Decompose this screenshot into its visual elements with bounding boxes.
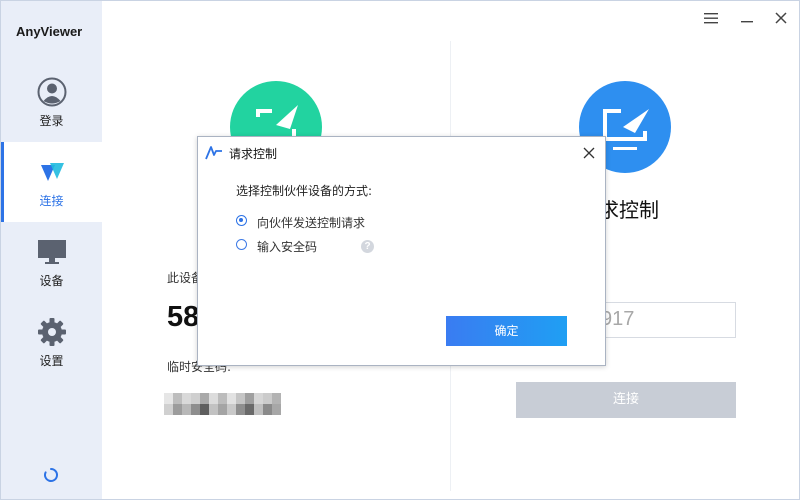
sidebar-item-label: 设置 bbox=[39, 354, 64, 368]
monitor-icon bbox=[38, 240, 66, 264]
sidebar-item-label: 设备 bbox=[39, 274, 64, 288]
active-indicator bbox=[1, 142, 4, 222]
sidebar-item-label: 登录 bbox=[39, 114, 64, 128]
sidebar-item-connect[interactable]: 连接 bbox=[1, 142, 102, 222]
connect-button[interactable]: 连接 bbox=[516, 382, 736, 418]
dialog-prompt: 选择控制伙伴设备的方式: bbox=[236, 184, 373, 198]
app-window: AnyViewer 登录 连接 设备 设置 求控制 此设备 58 临时安全码: … bbox=[0, 0, 800, 500]
close-icon[interactable] bbox=[772, 9, 790, 27]
confirm-button[interactable]: 确定 bbox=[446, 316, 567, 346]
connect-icon bbox=[41, 163, 64, 181]
dialog-title: 请求控制 bbox=[229, 147, 278, 161]
radio-unselected[interactable] bbox=[236, 239, 247, 250]
help-icon[interactable]: ? bbox=[361, 240, 374, 253]
anyviewer-logo-icon bbox=[205, 146, 222, 160]
device-id: 58 bbox=[167, 301, 200, 333]
sidebar-item-label: 连接 bbox=[39, 194, 64, 208]
gear-icon bbox=[38, 318, 66, 346]
option-label: 输入安全码 bbox=[257, 240, 318, 254]
sidebar-item-devices[interactable]: 设备 bbox=[1, 222, 102, 302]
partner-id-value: 917 bbox=[601, 308, 635, 330]
menu-icon[interactable] bbox=[702, 9, 720, 27]
sidebar-item-settings[interactable]: 设置 bbox=[1, 302, 102, 382]
loading-spinner-icon bbox=[44, 468, 58, 482]
radio-selected[interactable] bbox=[236, 215, 247, 226]
dialog-close-icon[interactable] bbox=[581, 145, 597, 161]
request-control-title: 求控制 bbox=[599, 198, 659, 222]
option-label: 向伙伴发送控制请求 bbox=[257, 216, 366, 230]
minimize-icon[interactable] bbox=[738, 9, 756, 27]
request-control-dialog: 请求控制 选择控制伙伴设备的方式: 向伙伴发送控制请求 输入安全码 ? 确定 bbox=[197, 136, 606, 366]
sidebar-item-login[interactable]: 登录 bbox=[1, 62, 102, 142]
user-icon bbox=[37, 77, 67, 107]
app-title: AnyViewer bbox=[16, 24, 83, 39]
sidebar: AnyViewer 登录 连接 设备 设置 bbox=[1, 1, 102, 499]
